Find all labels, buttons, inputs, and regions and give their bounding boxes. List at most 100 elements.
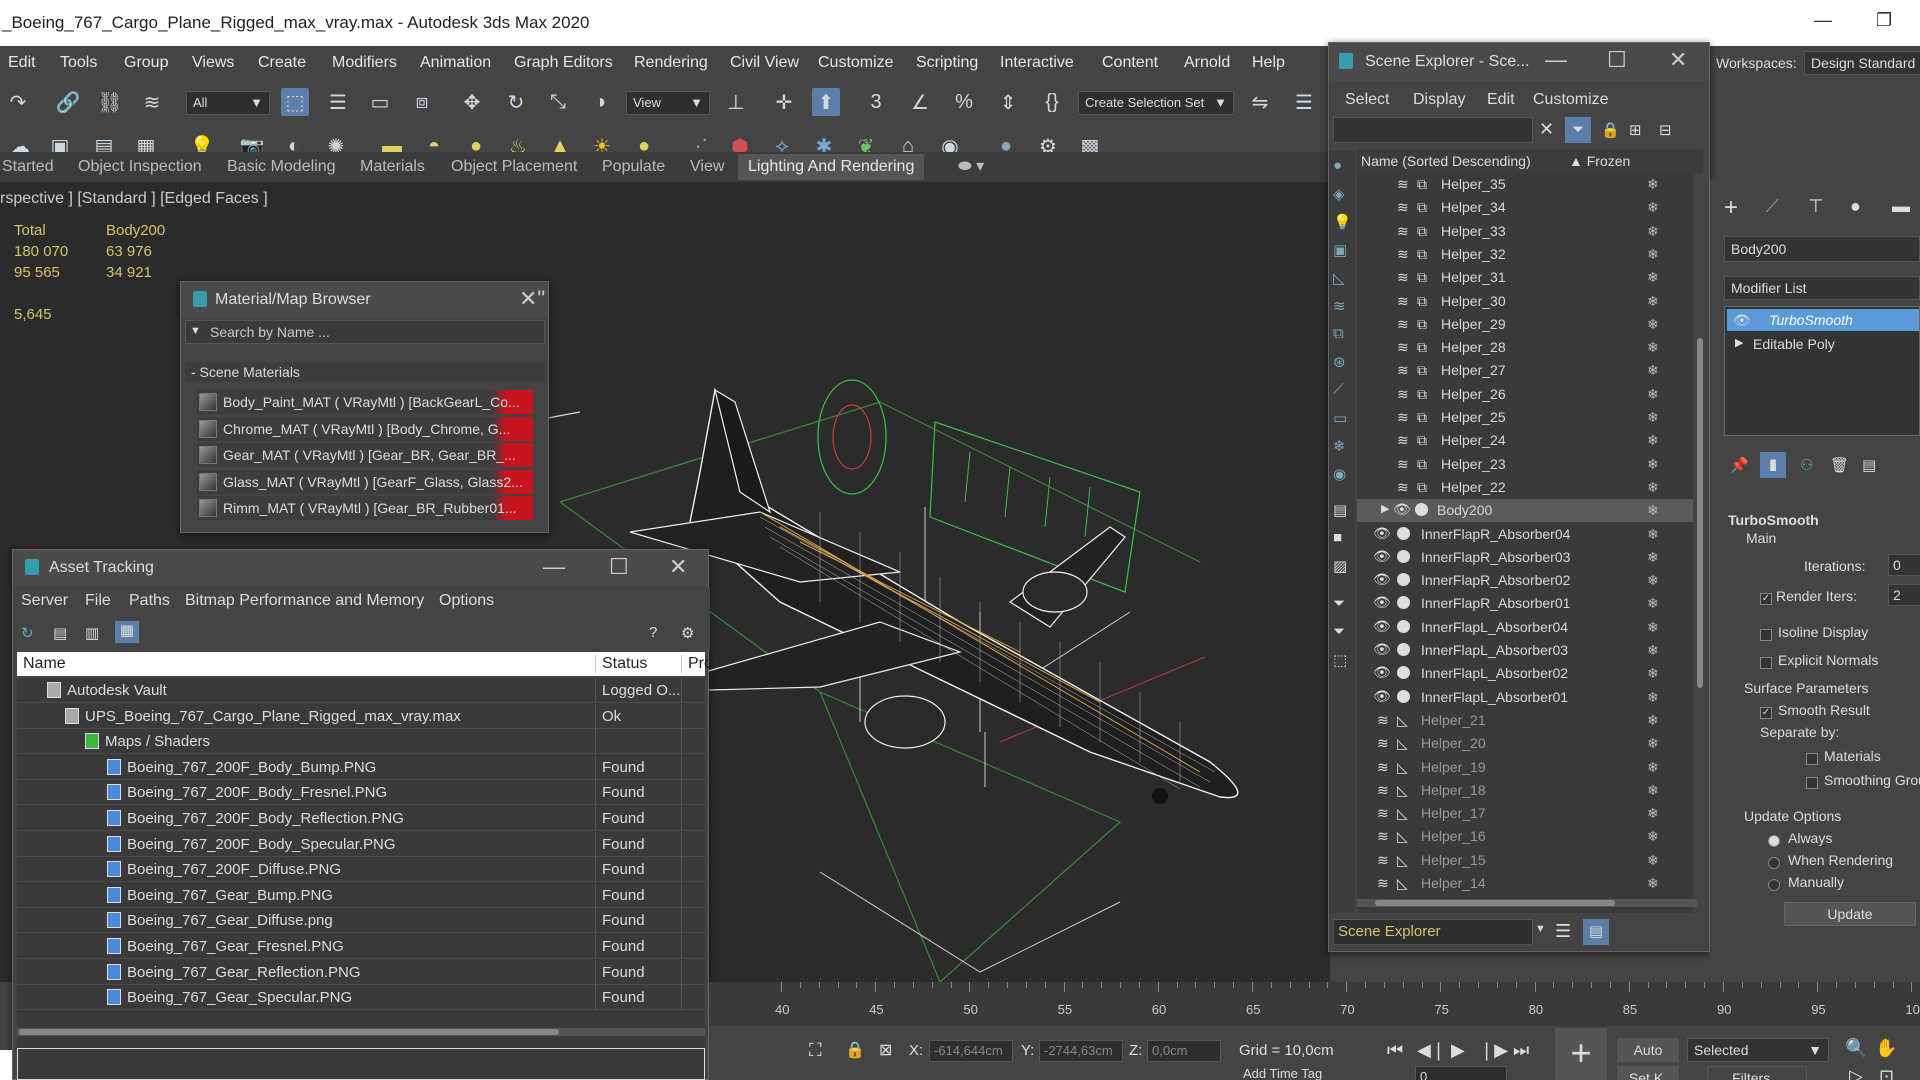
layer-stack-icon[interactable]: ≋ [1397, 269, 1409, 286]
table-view-icon[interactable]: ▦ [115, 621, 139, 643]
scene-object-row[interactable]: 👁 InnerFlapR_Absorber03 ❄ [1357, 546, 1693, 569]
settings-icon[interactable]: ⚙ [681, 624, 694, 642]
display-tab-icon[interactable]: ▬ [1892, 196, 1910, 217]
viewport-label[interactable]: rspective ] [Standard ] [Edged Faces ] [0, 190, 268, 208]
key-filter-dropdown[interactable]: Selected ▼ [1687, 1038, 1829, 1062]
visibility-eye-icon[interactable]: 👁 [1373, 525, 1391, 542]
display-shapes-icon[interactable]: ◈ [1333, 185, 1345, 203]
layer-stack-icon[interactable]: ≋ [1397, 316, 1409, 333]
rotate-icon[interactable]: ↻ [502, 88, 530, 116]
materials-checkbox[interactable] [1806, 750, 1823, 767]
y-coordinate-field[interactable]: -2744,63cm [1039, 1040, 1123, 1062]
scene-object-row[interactable]: ≋ ⧉ Helper_22 ❄ [1357, 476, 1693, 499]
ribbon-options-icon[interactable]: ⬬ ▾ [958, 156, 984, 176]
frozen-toggle-icon[interactable]: ❄ [1647, 199, 1659, 216]
display-bones-icon[interactable]: ⟋ [1333, 381, 1344, 398]
col-frozen[interactable]: ▲ Frozen [1569, 153, 1630, 169]
material-item[interactable]: Chrome_MAT ( VRayMtl ) [Body_Chrome, G..… [197, 416, 533, 441]
display-groups-icon[interactable]: ⧉ [1333, 325, 1344, 342]
display-cameras-icon[interactable]: ▣ [1333, 241, 1347, 259]
material-search-input[interactable]: ▼ Search by Name ... [185, 320, 545, 344]
frozen-toggle-icon[interactable]: ❄ [1647, 432, 1659, 449]
frozen-toggle-icon[interactable]: ❄ [1647, 549, 1659, 566]
frozen-toggle-icon[interactable]: ❄ [1647, 269, 1659, 286]
hierarchy-icon[interactable]: ⊞ [1629, 121, 1642, 139]
scene-object-row[interactable]: 👁 InnerFlapL_Absorber03 ❄ [1357, 639, 1693, 662]
menu-scripting[interactable]: Scripting [916, 54, 978, 72]
move-icon[interactable]: ✥ [458, 88, 486, 116]
frozen-toggle-icon[interactable]: ❄ [1647, 619, 1659, 636]
play-icon[interactable]: ▶ [1451, 1040, 1465, 1061]
lock-icon[interactable]: 🔒 [1601, 121, 1620, 139]
frozen-toggle-icon[interactable]: ❄ [1647, 293, 1659, 310]
tab-started[interactable]: Started [2, 158, 54, 176]
scene-object-row[interactable]: ≋ ⧉ Helper_33 ❄ [1357, 220, 1693, 243]
frozen-toggle-icon[interactable]: ❄ [1647, 665, 1659, 682]
maximize-button[interactable]: ❐ [1876, 10, 1892, 31]
col-status[interactable]: Status [595, 655, 647, 673]
set-key-button[interactable]: Set K. [1617, 1066, 1679, 1080]
material-item[interactable]: Glass_MAT ( VRayMtl ) [GearF_Glass, Glas… [197, 469, 533, 494]
col-name-sorted[interactable]: Name (Sorted Descending) [1361, 153, 1531, 169]
snaps-toggle-icon[interactable]: 3 [862, 88, 890, 116]
maximize-icon[interactable]: ☐ [1607, 47, 1627, 73]
asset-table-row[interactable]: Boeing_767_200F_Body_Bump.PNG Found [17, 754, 705, 780]
layer-stack-icon[interactable]: ≋ [1397, 479, 1409, 496]
redo-icon[interactable]: ↷ [4, 88, 32, 116]
configure-modifier-sets-icon[interactable]: ▤ [1862, 456, 1876, 474]
scale-icon[interactable]: ⤡ [544, 88, 572, 116]
scene-object-row[interactable]: ≋ ◺ Helper_15 ❄ [1357, 849, 1693, 872]
display-none-icon[interactable]: ■ [1333, 529, 1342, 546]
material-item[interactable]: Rimm_MAT ( VRayMtl ) [Gear_BR_Rubber01..… [197, 496, 533, 521]
layer-stack-icon[interactable]: ≋ [1397, 386, 1409, 403]
asset-table-row[interactable]: Boeing_767_200F_Body_Fresnel.PNG Found [17, 780, 705, 806]
asset-table-row[interactable]: Boeing_767_Gear_Bump.PNG Found [17, 882, 705, 908]
reference-coordinate-dropdown[interactable]: View ▼ [626, 91, 710, 115]
smooth-result-checkbox[interactable]: ✓ [1760, 704, 1777, 721]
modifier-list-dropdown[interactable]: Modifier List [1724, 276, 1920, 300]
motion-tab-icon[interactable]: ● [1850, 196, 1861, 217]
layer-stack-icon[interactable]: ≋ [1397, 246, 1409, 263]
scene-object-row[interactable]: ▶ 👁 Body200 ❄ [1357, 499, 1693, 523]
scene-object-row[interactable]: ≋ ⧉ Helper_35 ❄ [1357, 173, 1693, 196]
zoom-icon[interactable]: 🔍 [1845, 1038, 1867, 1059]
listener-strip[interactable] [0, 1050, 12, 1080]
layer-stack-icon[interactable]: ≋ [1397, 293, 1409, 310]
current-frame-field[interactable]: 0 [1415, 1066, 1507, 1080]
go-to-start-icon[interactable]: ⏮ [1387, 1040, 1403, 1061]
frozen-toggle-icon[interactable]: ❄ [1647, 479, 1659, 496]
visibility-eye-icon[interactable]: 👁 [1373, 664, 1391, 681]
set-key-big-button[interactable]: + [1555, 1028, 1607, 1080]
layer-stack-icon[interactable]: ≋ [1397, 176, 1409, 193]
place-icon[interactable]: ◑ [586, 88, 614, 116]
scene-object-row[interactable]: 👁 InnerFlapR_Absorber02 ❄ [1357, 569, 1693, 592]
isolate-selection-icon[interactable]: ⛶ [809, 1040, 822, 1061]
frozen-toggle-icon[interactable]: ❄ [1647, 712, 1659, 729]
scene-object-row[interactable]: ≋ ◺ Helper_21 ❄ [1357, 709, 1693, 732]
frozen-toggle-icon[interactable]: ❄ [1647, 386, 1659, 403]
menu-rendering[interactable]: Rendering [634, 54, 708, 72]
scene-object-row[interactable]: 👁 InnerFlapR_Absorber01 ❄ [1357, 592, 1693, 615]
menu-tools[interactable]: Tools [60, 54, 97, 72]
show-end-result-icon[interactable]: ▮ [1760, 452, 1786, 478]
asset-table-row[interactable]: Boeing_767_200F_Diffuse.PNG Found [17, 857, 705, 883]
refresh-icon[interactable]: ↻ [21, 624, 34, 642]
display-helpers-icon[interactable]: ◺ [1333, 269, 1345, 287]
asset-table-row[interactable]: Maps / Shaders [17, 729, 705, 755]
display-geometry-icon[interactable]: ● [1333, 157, 1342, 174]
mirror-icon[interactable]: ⇋ [1246, 88, 1274, 116]
sort-by-layer-icon[interactable]: ☰ [1555, 921, 1571, 942]
display-hidden-icon[interactable]: ◉ [1333, 465, 1346, 483]
asset-scrollbar[interactable] [17, 1028, 705, 1036]
visibility-eye-icon[interactable]: 👁 [1373, 571, 1391, 588]
visibility-eye-icon[interactable]: 👁 [1393, 501, 1411, 518]
render-iters-input[interactable]: 2 [1888, 584, 1920, 606]
link-icon[interactable]: 🔗 [54, 88, 82, 116]
spinner-snap-icon[interactable]: ⇕ [994, 88, 1022, 116]
sort-by-hierarchy-icon[interactable]: ▤ [1583, 919, 1609, 945]
menu-content[interactable]: Content [1102, 54, 1158, 72]
frozen-toggle-icon[interactable]: ❄ [1647, 782, 1659, 799]
material-item[interactable]: Gear_MAT ( VRayMtl ) [Gear_BR, Gear_BR_.… [197, 443, 533, 468]
menu-group[interactable]: Group [124, 54, 168, 72]
rectangular-selection-icon[interactable]: ▭ [366, 88, 394, 116]
